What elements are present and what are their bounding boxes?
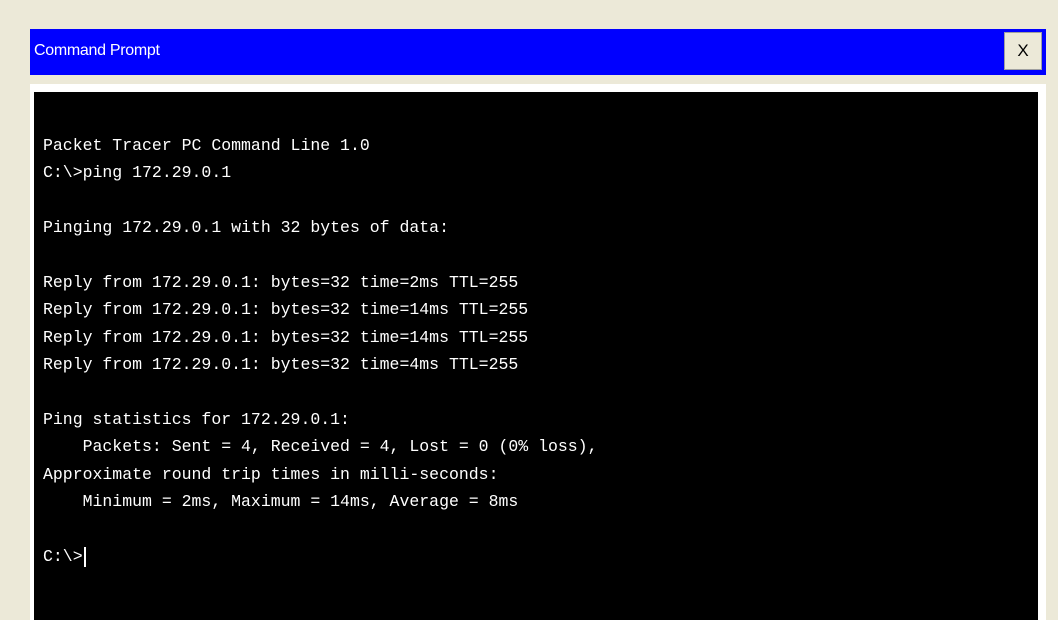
console-output[interactable]: Packet Tracer PC Command Line 1.0 C:\>pi…: [34, 92, 1038, 620]
console-line: Reply from 172.29.0.1: bytes=32 time=14m…: [43, 300, 529, 320]
text-cursor: [83, 546, 86, 567]
console-line: C:\>ping 172.29.0.1: [43, 163, 232, 183]
console-line: Pinging 172.29.0.1 with 32 bytes of data…: [43, 218, 449, 238]
prompt-text: C:\>: [43, 546, 83, 566]
console-line: Reply from 172.29.0.1: bytes=32 time=4ms…: [43, 355, 519, 375]
console-line: Packets: Sent = 4, Received = 4, Lost = …: [43, 437, 598, 457]
console-line: Ping statistics for 172.29.0.1:: [43, 409, 350, 429]
console-border: Packet Tracer PC Command Line 1.0 C:\>pi…: [30, 84, 1046, 620]
command-prompt-line[interactable]: C:\>: [43, 543, 1038, 570]
console-line: Minimum = 2ms, Maximum = 14ms, Average =…: [43, 492, 519, 512]
window-title: Command Prompt: [34, 42, 160, 59]
console-line: Reply from 172.29.0.1: bytes=32 time=2ms…: [43, 272, 519, 292]
console-line: Reply from 172.29.0.1: bytes=32 time=14m…: [43, 327, 529, 347]
close-button[interactable]: X: [1004, 32, 1042, 70]
console-line: Approximate round trip times in milli-se…: [43, 464, 499, 484]
command-prompt-window: Command Prompt X Packet Tracer PC Comman…: [0, 0, 1058, 620]
window-titlebar[interactable]: Command Prompt X: [30, 29, 1046, 75]
console-line: Packet Tracer PC Command Line 1.0: [43, 136, 370, 155]
